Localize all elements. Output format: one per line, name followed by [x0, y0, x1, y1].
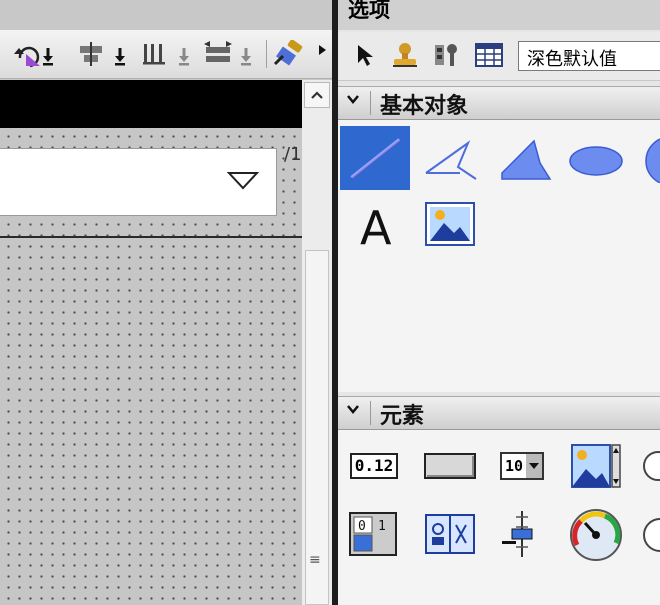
clock-tool[interactable] [634, 502, 660, 566]
svg-text:0: 0 [358, 519, 366, 534]
graphic-io-icon [571, 444, 621, 488]
chevron-up-icon [311, 91, 323, 99]
rotate-icon [14, 46, 53, 68]
pointer-icon [358, 45, 373, 66]
scroll-up-button[interactable] [304, 82, 330, 108]
editor-toolbar [0, 30, 332, 79]
canvas-line-object[interactable] [0, 236, 302, 238]
circle-tool[interactable] [634, 126, 660, 190]
brush-icon [273, 40, 303, 66]
chevron-down-icon [346, 401, 360, 420]
section-title-elements: 元素 [380, 404, 425, 429]
basic-objects-palette: A [338, 120, 660, 392]
polyline-tool[interactable] [416, 126, 484, 190]
align-button[interactable] [76, 40, 134, 68]
size-button[interactable] [202, 40, 260, 68]
chevron-right-icon [319, 45, 326, 55]
slider-icon [502, 511, 533, 557]
section-title-basic: 基本对象 [380, 94, 469, 119]
canvas-text-fragment: /1 [284, 144, 302, 165]
pointer-button[interactable] [354, 42, 376, 72]
polygon-tool[interactable] [488, 126, 556, 190]
clock-icon [643, 518, 660, 552]
graphic-tool[interactable] [416, 192, 484, 256]
rotate-button[interactable] [10, 40, 68, 68]
io-field-value: 0.12 [354, 456, 394, 475]
section-header-basic[interactable]: 基本对象 [338, 86, 660, 120]
ellipse-tool-icon [569, 146, 623, 176]
table-icon [475, 43, 503, 67]
button-icon [424, 453, 476, 479]
user-stamp-button[interactable] [390, 40, 420, 74]
text-tool[interactable]: A [340, 192, 408, 256]
gauge-icon [570, 509, 622, 561]
svg-text:A: A [360, 201, 392, 252]
distribute-button[interactable] [140, 40, 198, 68]
settings-io-button[interactable] [432, 40, 462, 74]
io-field-icon: 0.12 [350, 453, 398, 479]
style-select[interactable]: 深色默认值 [518, 41, 660, 71]
switch-icon: 0 1 [349, 512, 397, 556]
symbolic-io-tool[interactable]: 10 [488, 434, 556, 498]
symbolic-io-icon: 10 [499, 452, 545, 480]
panel-title: 选项 [348, 0, 390, 22]
ellipse-tool[interactable] [562, 126, 630, 190]
line-tool[interactable] [340, 126, 410, 190]
align-icon [80, 42, 125, 66]
slider-tool[interactable] [488, 502, 556, 566]
canvas-dropdown-object[interactable] [0, 148, 277, 216]
distribute-icon [143, 44, 189, 66]
polyline-tool-icon [425, 140, 477, 180]
screen-header-bar [0, 80, 302, 128]
section-header-elements[interactable]: 元素 [338, 396, 660, 430]
symbolic-io-value: 10 [504, 457, 524, 475]
polygon-tool-icon [501, 139, 552, 180]
datetime-tool[interactable] [634, 434, 660, 498]
table-button[interactable] [474, 40, 504, 74]
svg-text:1: 1 [378, 519, 386, 534]
graphic-tool-icon [425, 202, 475, 246]
symbol-library-tool[interactable] [416, 502, 484, 566]
same-size-icon [204, 41, 251, 66]
settings-io-icon [435, 44, 457, 66]
gauge-tool[interactable] [562, 502, 630, 566]
switch-tool[interactable]: 0 1 [340, 502, 408, 566]
elements-palette: 0.12 10 0 1 [338, 430, 660, 605]
line-tool-icon [350, 138, 401, 179]
chevron-down-icon [526, 454, 543, 478]
chevron-down-icon [346, 91, 360, 110]
circle-tool-icon [645, 138, 660, 183]
button-tool[interactable] [416, 434, 484, 498]
format-painter-button[interactable] [272, 40, 308, 68]
text-tool-icon: A [360, 201, 392, 252]
grip-icon: ≡ [309, 552, 321, 568]
clock-icon [643, 451, 660, 481]
user-stamp-icon [393, 43, 417, 67]
chevron-down-icon [226, 172, 260, 190]
io-field-tool[interactable]: 0.12 [340, 434, 408, 498]
book-icon [425, 514, 475, 554]
toolbar-overflow-chevron[interactable] [314, 36, 330, 64]
graphic-io-tool[interactable] [562, 434, 630, 498]
